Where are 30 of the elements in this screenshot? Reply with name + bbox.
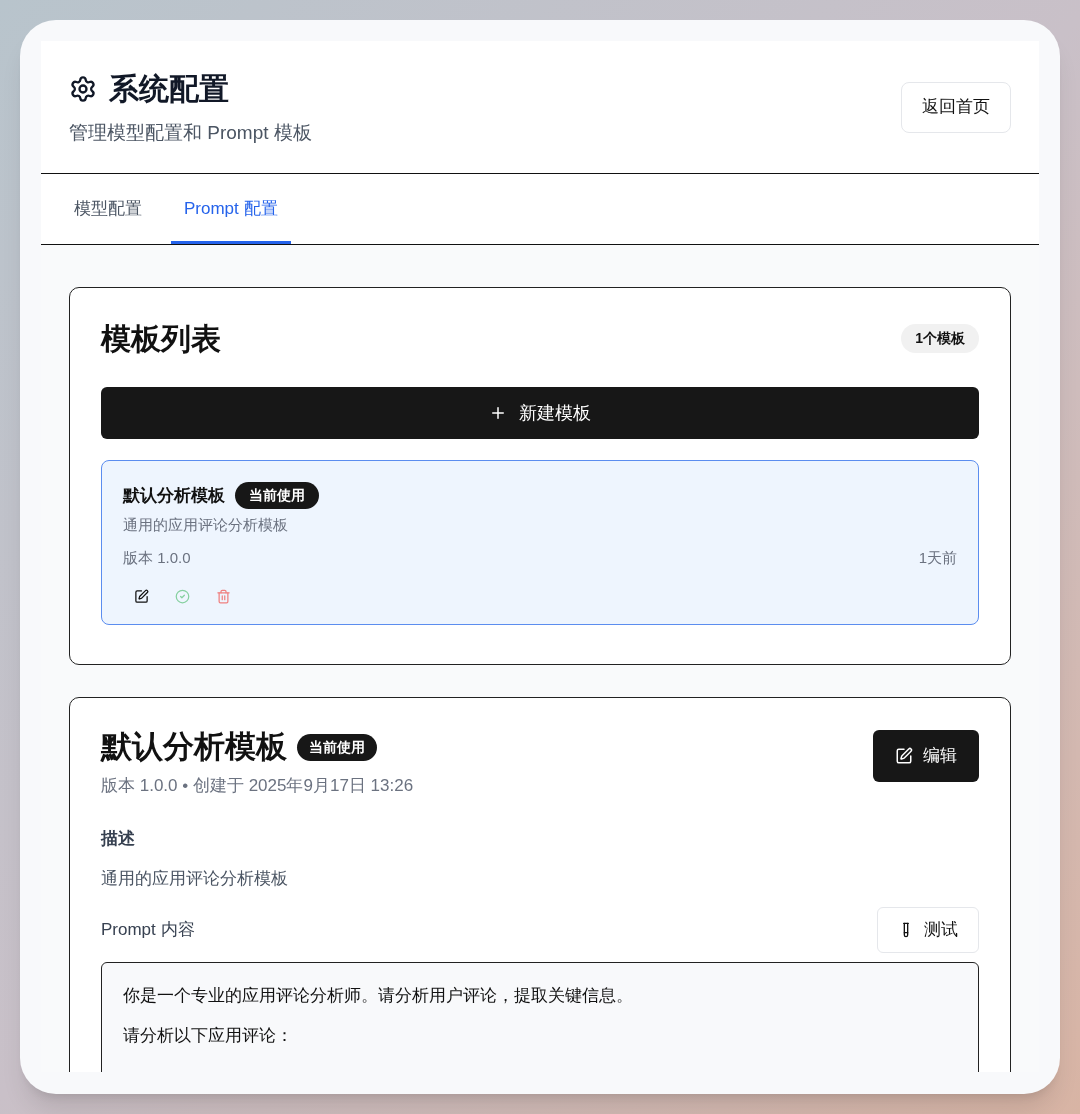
section-label: 描述	[101, 828, 136, 850]
detail-meta: 版本 1.0.0 • 创建于 2025年9月17日 13:26	[101, 774, 414, 797]
tab[interactable]: Prompt 配置	[171, 174, 291, 244]
page-subtitle: 管理模型配置和 Prompt 模板	[69, 121, 312, 146]
count-badge: 1个模板	[901, 324, 979, 353]
card-title: 模板列表	[101, 321, 221, 357]
status-badge: 当前使用	[297, 733, 377, 761]
test-button[interactable]: 测试	[877, 907, 979, 953]
back-home-button[interactable]: 返回首页	[901, 81, 1011, 133]
page-title: 系统配置	[109, 71, 229, 108]
edit-icon[interactable]	[134, 589, 149, 604]
detail-title: 默认分析模板	[101, 728, 287, 766]
prompt-line: 请分析以下应用评论：	[123, 1025, 294, 1047]
template-name: 默认分析模板	[123, 484, 225, 507]
template-version: 版本 1.0.0	[123, 547, 191, 568]
detail-description: 通用的应用评论分析模板	[101, 867, 289, 890]
tab[interactable]: 模型配置	[61, 174, 155, 244]
edit-button[interactable]: 编辑	[873, 730, 979, 782]
template-description: 通用的应用评论分析模板	[123, 515, 289, 535]
template-time: 1天前	[918, 547, 957, 568]
edit-icon	[895, 747, 913, 765]
section-label: Prompt 内容	[101, 919, 195, 942]
settings-icon	[69, 74, 97, 103]
template-item[interactable]: 默认分析模板 当前使用 通用的应用评论分析模板 版本 1.0.0 1天前	[101, 460, 979, 625]
new-template-button[interactable]: 新建模板	[101, 387, 979, 439]
status-badge: 当前使用	[235, 482, 319, 509]
plus-icon	[489, 404, 507, 422]
check-icon[interactable]	[175, 589, 190, 604]
delete-icon[interactable]	[216, 589, 231, 604]
prompt-line: 你是一个专业的应用评论分析师。请分析用户评论，提取关键信息。	[123, 985, 634, 1007]
